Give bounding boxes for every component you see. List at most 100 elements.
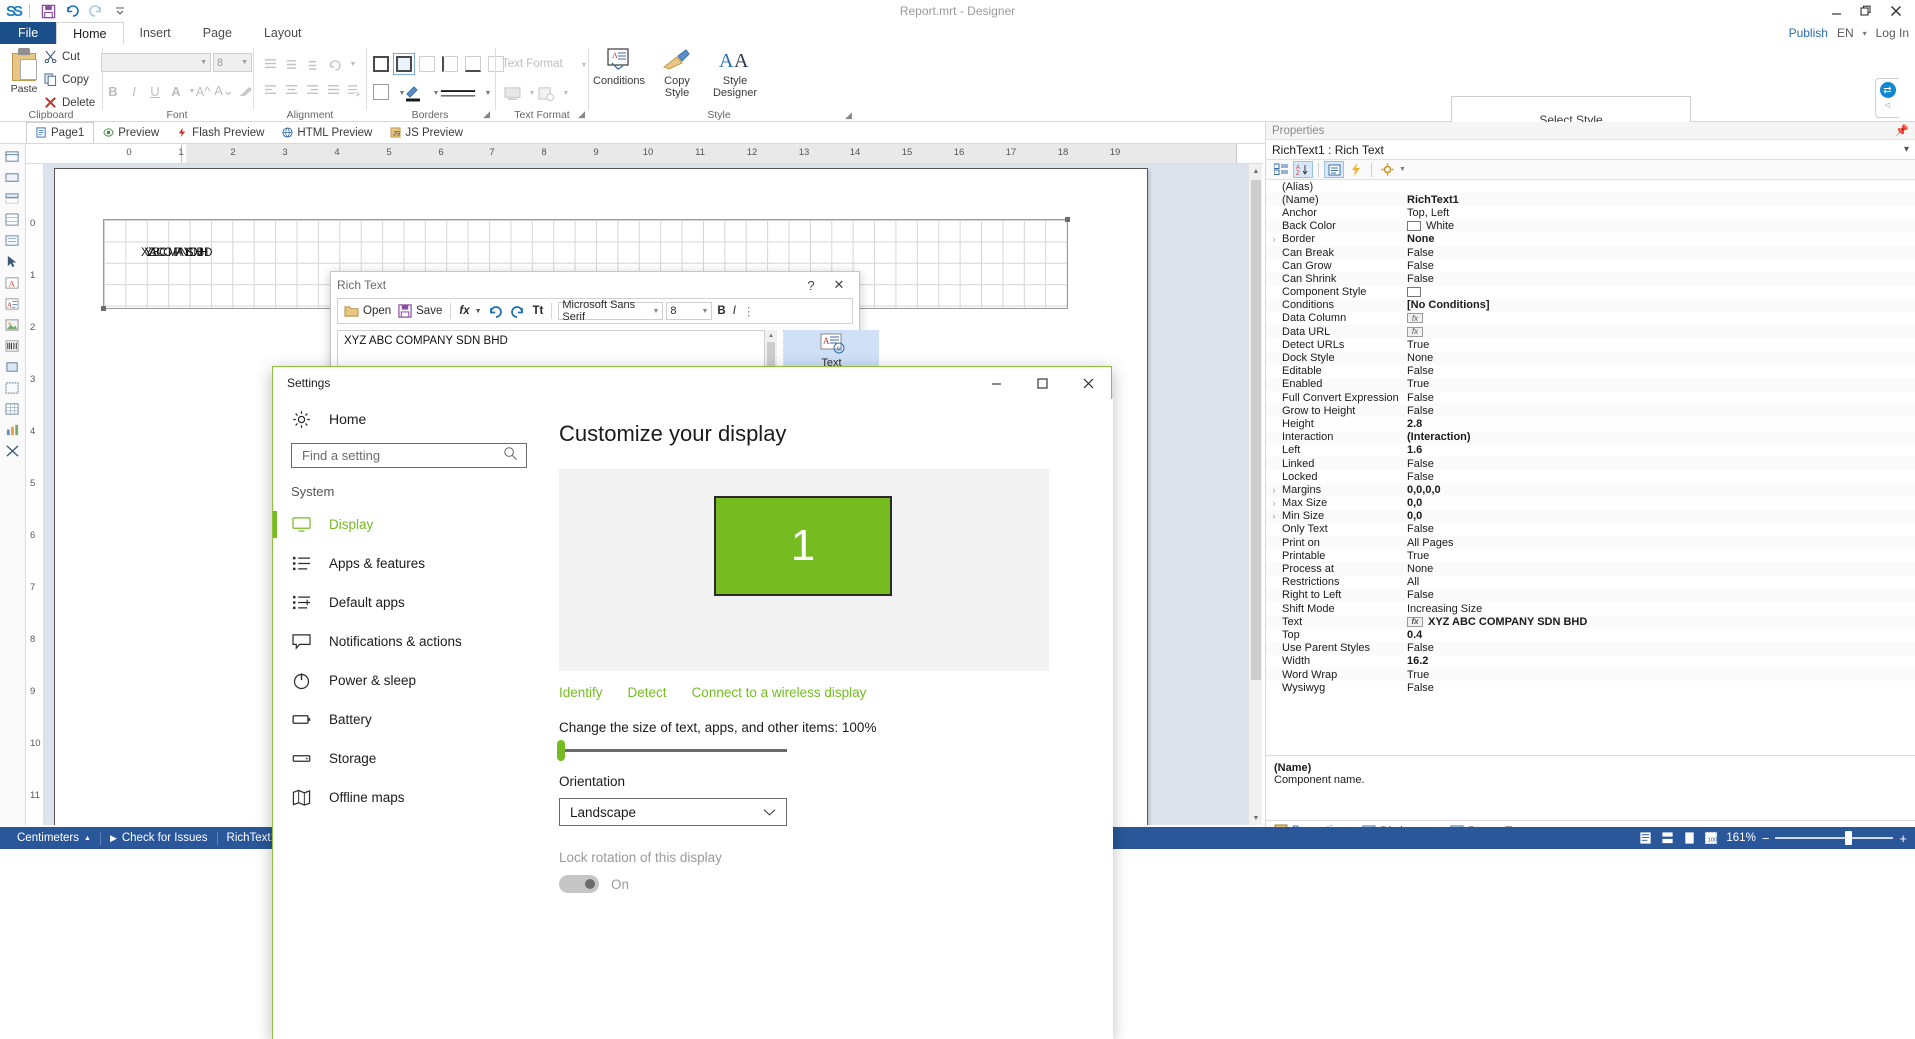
settings-minimize-button[interactable] (973, 367, 1019, 399)
align-right-button[interactable] (302, 81, 322, 99)
scroll-up-icon[interactable]: ▲ (765, 330, 777, 342)
tab-insert[interactable]: Insert (124, 22, 187, 44)
align-left-button[interactable] (260, 81, 280, 99)
band-resize-handle[interactable] (1065, 217, 1070, 222)
teamviewer-tab[interactable]: ⇄ ◁ (1875, 78, 1899, 118)
sidebar-item-notifications-actions[interactable]: Notifications & actions (273, 622, 545, 661)
chart-tool-icon[interactable] (3, 421, 23, 439)
property-row[interactable]: Locked False (1266, 470, 1915, 484)
gear-icon[interactable] (1377, 161, 1397, 178)
property-value[interactable]: None (1407, 563, 1915, 575)
zoom-out-button[interactable]: − (1762, 831, 1770, 846)
border-width-button[interactable] (438, 84, 478, 102)
border-none-button[interactable] (419, 56, 435, 72)
property-value[interactable]: False (1407, 392, 1915, 404)
property-row[interactable]: Anchor Top, Left (1266, 206, 1915, 220)
property-row[interactable]: Left 1.6 (1266, 443, 1915, 457)
expand-chevron-icon[interactable]: › (1266, 498, 1282, 508)
border-bottom-button[interactable] (465, 56, 481, 72)
delete-button[interactable]: Delete (44, 96, 95, 109)
property-row[interactable]: Restrictions All (1266, 575, 1915, 589)
barcode-tool-icon[interactable] (3, 337, 23, 355)
font-family-combo[interactable]: ▼ (101, 53, 211, 72)
property-value[interactable]: 0.4 (1407, 629, 1915, 641)
text-format-dialog-launcher[interactable]: ◢ (578, 109, 585, 120)
italic-button[interactable]: I (124, 81, 144, 101)
property-row[interactable]: Back Color White (1266, 219, 1915, 233)
text-tool-button[interactable]: Tt (531, 305, 546, 317)
tab-file[interactable]: File (0, 22, 57, 44)
scroll-up-icon[interactable]: ▲ (1249, 164, 1263, 178)
date-format-icon[interactable] (536, 84, 556, 102)
publish-link[interactable]: Publish (1789, 26, 1828, 40)
page-tab-flash-preview[interactable]: Flash Preview (168, 122, 273, 143)
property-row[interactable]: Can Grow False (1266, 259, 1915, 273)
properties-grid[interactable]: (Alias) (Name) RichText1 Anchor Top, Left Bac… (1266, 180, 1915, 755)
identify-link[interactable]: Identify (559, 685, 603, 700)
canvas-vertical-scrollbar[interactable]: ▲ ▼ (1248, 164, 1262, 825)
property-value[interactable]: True (1407, 669, 1915, 681)
property-value[interactable]: False (1407, 405, 1915, 417)
property-value[interactable]: All (1407, 576, 1915, 588)
settings-search-box[interactable] (291, 443, 527, 468)
property-row[interactable]: Process at None (1266, 562, 1915, 576)
richtext-tool-icon[interactable]: A (3, 295, 23, 313)
scroll-down-icon[interactable]: ▼ (1249, 811, 1263, 825)
vertical-ruler[interactable]: 0 1 2 3 4 5 6 7 8 9 10 11 (26, 164, 44, 825)
customize-qat-icon[interactable] (111, 2, 129, 20)
restore-button[interactable] (1851, 0, 1881, 22)
page-icon[interactable] (1678, 829, 1700, 847)
property-value[interactable]: False (1407, 365, 1915, 377)
property-row[interactable]: Right to Left False (1266, 588, 1915, 602)
italic-button[interactable]: I (731, 305, 738, 317)
properties-icon[interactable] (1324, 161, 1344, 178)
property-row[interactable]: Wysiwyg False (1266, 681, 1915, 695)
property-row[interactable]: Only Text False (1266, 522, 1915, 537)
decrease-font-size-button[interactable]: A⌄ (214, 81, 234, 101)
bold-button[interactable]: B (715, 305, 727, 317)
redo-icon[interactable] (87, 2, 105, 20)
chevron-down-icon[interactable]: ▾ (1863, 29, 1867, 38)
categorized-icon[interactable] (1271, 161, 1291, 178)
text-rotation-button[interactable] (325, 55, 345, 73)
property-value[interactable]: False (1407, 523, 1915, 535)
property-value[interactable]: 0,0,0,0 (1407, 484, 1915, 496)
zoom-slider[interactable] (1775, 831, 1894, 845)
property-value[interactable]: RichText1 (1407, 194, 1915, 206)
property-value[interactable]: 0,0 (1407, 497, 1915, 509)
more-options-icon[interactable]: ⋮ (741, 304, 757, 318)
band-resize-handle[interactable] (101, 306, 106, 311)
chevron-down-icon[interactable]: ▼ (343, 55, 363, 73)
monitor-preview-1[interactable]: 1 (714, 496, 892, 596)
header-band-icon[interactable] (3, 190, 23, 208)
text-format-value[interactable]: Text Format (502, 58, 563, 70)
property-value[interactable]: True (1407, 550, 1915, 562)
sidebar-item-offline-maps[interactable]: Offline maps (273, 778, 545, 817)
chevron-down-icon[interactable]: ▾ (1904, 144, 1909, 155)
display-preview[interactable]: 1 (559, 469, 1049, 671)
single-page-icon[interactable] (1634, 829, 1656, 847)
sidebar-item-storage[interactable]: Storage (273, 739, 545, 778)
property-value[interactable]: White (1407, 220, 1915, 232)
check-issues-button[interactable]: ▶ Check for Issues (101, 832, 217, 844)
scale-icon[interactable]: 100 (1700, 829, 1722, 847)
font-family-select[interactable]: Microsoft Sans Serif ▼ (558, 299, 664, 323)
style-designer-button[interactable]: A A Style Designer (706, 47, 764, 99)
connect-wireless-display-link[interactable]: Connect to a wireless display (692, 685, 867, 700)
property-value[interactable]: [No Conditions] (1407, 299, 1915, 311)
continuous-icon[interactable] (1656, 829, 1678, 847)
group-band-icon[interactable] (3, 211, 23, 229)
border-color-icon[interactable] (404, 84, 424, 102)
property-row[interactable]: Component Style (1266, 285, 1915, 299)
undo-icon[interactable] (63, 2, 81, 20)
property-value[interactable]: False (1407, 273, 1915, 285)
property-row[interactable]: Interaction (Interaction) (1266, 430, 1915, 444)
property-row[interactable]: › Max Size 0,0 (1266, 496, 1915, 510)
sidebar-item-battery[interactable]: Battery (273, 700, 545, 739)
paste-button[interactable]: Paste (8, 48, 40, 95)
open-button[interactable]: Open (342, 304, 393, 318)
property-value[interactable]: fx (1407, 326, 1915, 337)
property-row[interactable]: Top 0.4 (1266, 628, 1915, 642)
property-row[interactable]: Print on All Pages (1266, 536, 1915, 550)
table-tool-icon[interactable] (3, 400, 23, 418)
